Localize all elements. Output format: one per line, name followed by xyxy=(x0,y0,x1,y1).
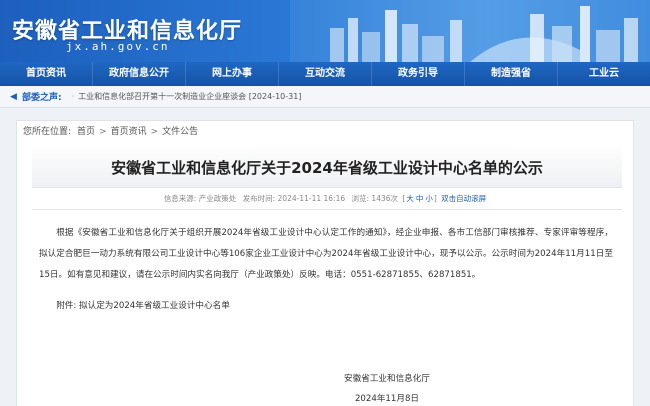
meta-date: 发布时间: 2024-11-11 16:16 xyxy=(242,194,346,203)
attachment-label: 附件: xyxy=(56,301,77,311)
breadcrumb-prefix: 您所在位置: xyxy=(23,127,72,137)
breadcrumb: 您所在位置: 首页 > 首页资讯 > 文件公告 xyxy=(17,121,633,143)
signature-block: 安徽省工业和信息化厅 2024年11月8日 xyxy=(317,369,457,406)
meta-views: 浏览: 1436次 xyxy=(351,194,399,203)
site-header: 安徽省工业和信息化厅 jx.ah.gov.cn xyxy=(0,0,650,62)
skyline-image xyxy=(290,0,650,62)
nav-item-interaction[interactable]: 互动交流 xyxy=(279,62,372,86)
nav-item-guidance[interactable]: 政务引导 xyxy=(372,62,465,86)
main-nav: 首页资讯 政府信息公开 网上办事 互动交流 政务引导 制造强省 工业云 xyxy=(0,62,650,86)
breadcrumb-separator: > xyxy=(150,127,159,137)
font-size-small[interactable]: 小 xyxy=(425,194,433,203)
nav-item-home-news[interactable]: 首页资讯 xyxy=(0,62,93,86)
meta-source: 信息来源: 产业政策处 xyxy=(163,194,237,203)
breadcrumb-separator: > xyxy=(99,127,107,137)
nav-item-online-service[interactable]: 网上办事 xyxy=(186,62,279,86)
font-size-close: ] xyxy=(433,194,437,203)
signature-org: 安徽省工业和信息化厅 xyxy=(344,374,430,384)
speaker-icon: ◀ xyxy=(10,91,17,102)
attachment-row: 附件: 拟认定为2024年省级工业设计中心名单 xyxy=(39,296,613,317)
breadcrumb-home[interactable]: 首页 xyxy=(77,121,95,143)
article-body: 根据《安徽省工业和信息化厅关于组织开展2024年省级工业设计中心认定工作的通知》… xyxy=(39,223,613,317)
article-title: 安徽省工业和信息化厅关于2024年省级工业设计中心名单的公示 xyxy=(111,159,543,177)
breadcrumb-announcements[interactable]: 文件公告 xyxy=(162,121,198,143)
ticker-label: 部委之声: xyxy=(22,93,62,103)
font-size-open: [ xyxy=(402,194,406,203)
news-ticker: ◀ 部委之声: · 工业和信息化部召开第十一次制造业企业座谈会 [2024-10… xyxy=(0,86,650,108)
article-meta: 信息来源: 产业政策处 发布时间: 2024-11-11 16:16 浏览: 1… xyxy=(17,193,633,207)
attachment-link[interactable]: 拟认定为2024年省级工业设计中心名单 xyxy=(79,301,230,311)
ticker-news-link[interactable]: 工业和信息化部召开第十一次制造业企业座谈会 [2024-10-31] xyxy=(78,91,301,102)
article-panel: 您所在位置: 首页 > 首页资讯 > 文件公告 安徽省工业和信息化厅关于2024… xyxy=(16,120,634,406)
title-box: 安徽省工业和信息化厅关于2024年省级工业设计中心名单的公示 xyxy=(32,148,622,188)
site-domain: jx.ah.gov.cn xyxy=(66,40,170,53)
breadcrumb-home-news[interactable]: 首页资讯 xyxy=(111,121,147,143)
nav-item-industrial-cloud[interactable]: 工业云 xyxy=(558,62,650,86)
font-size-large[interactable]: 大 xyxy=(406,194,414,203)
signature-date: 2024年11月8日 xyxy=(354,394,420,404)
nav-item-gov-info[interactable]: 政府信息公开 xyxy=(93,62,186,86)
ticker-dot: · xyxy=(71,92,75,101)
nav-item-manufacturing[interactable]: 制造强省 xyxy=(465,62,558,86)
article-paragraph: 根据《安徽省工业和信息化厅关于组织开展2024年省级工业设计中心认定工作的通知》… xyxy=(39,228,613,280)
font-size-medium[interactable]: 中 xyxy=(416,194,424,203)
auto-scroll-toggle[interactable]: 双击自动滚屏 xyxy=(441,194,486,203)
divider xyxy=(32,209,622,210)
